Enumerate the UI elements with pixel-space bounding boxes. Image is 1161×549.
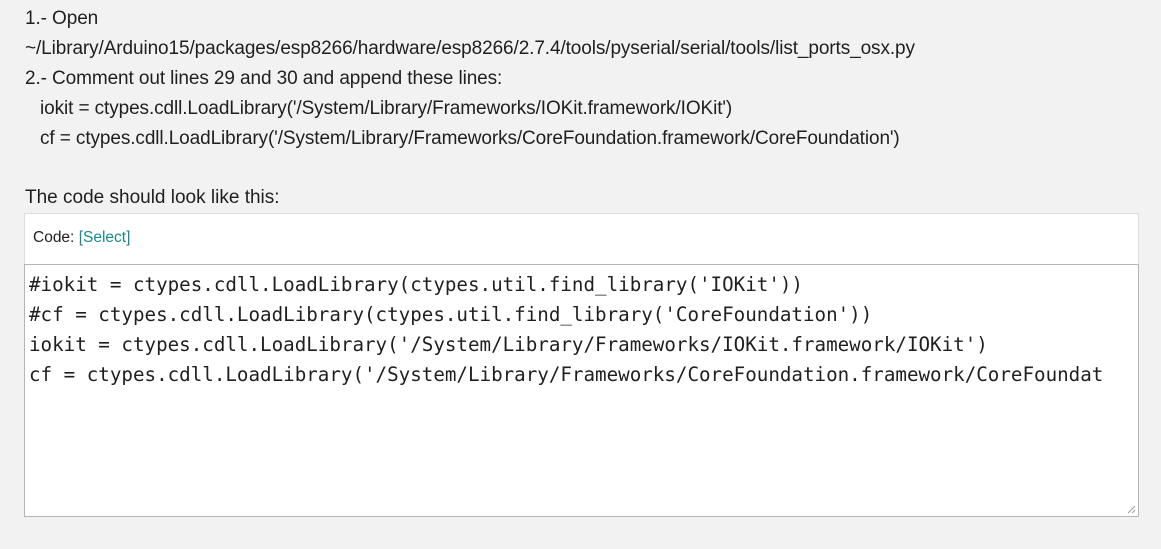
resize-grip-icon[interactable]	[1127, 505, 1136, 514]
code-label: Code:	[33, 229, 75, 246]
code-line: #cf = ctypes.cdll.LoadLibrary(ctypes.uti…	[29, 303, 873, 326]
append-line-1: iokit = ctypes.cdll.LoadLibrary('/System…	[40, 98, 733, 119]
code-content: #iokit = ctypes.cdll.LoadLibrary(ctypes.…	[25, 265, 1138, 390]
step-1-label: 1.- Open	[25, 8, 99, 29]
select-code-link[interactable]: [Select]	[79, 229, 131, 246]
append-line-2: cf = ctypes.cdll.LoadLibrary('/System/Li…	[40, 128, 900, 149]
code-line: iokit = ctypes.cdll.LoadLibrary('/System…	[29, 333, 988, 356]
code-block-header: Code: [Select]	[24, 213, 1139, 264]
code-line: cf = ctypes.cdll.LoadLibrary('/System/Li…	[29, 363, 1104, 386]
step-1-file-path: ~/Library/Arduino15/packages/esp8266/har…	[25, 38, 915, 59]
code-intro-text: The code should look like this:	[25, 187, 280, 208]
instructions: 1.- Open ~/Library/Arduino15/packages/es…	[25, 4, 1145, 154]
code-line: #iokit = ctypes.cdll.LoadLibrary(ctypes.…	[29, 273, 803, 296]
step-2-label: 2.- Comment out lines 29 and 30 and appe…	[25, 68, 503, 89]
code-textarea[interactable]: #iokit = ctypes.cdll.LoadLibrary(ctypes.…	[24, 264, 1139, 517]
code-label-row: Code: [Select]	[33, 228, 130, 248]
